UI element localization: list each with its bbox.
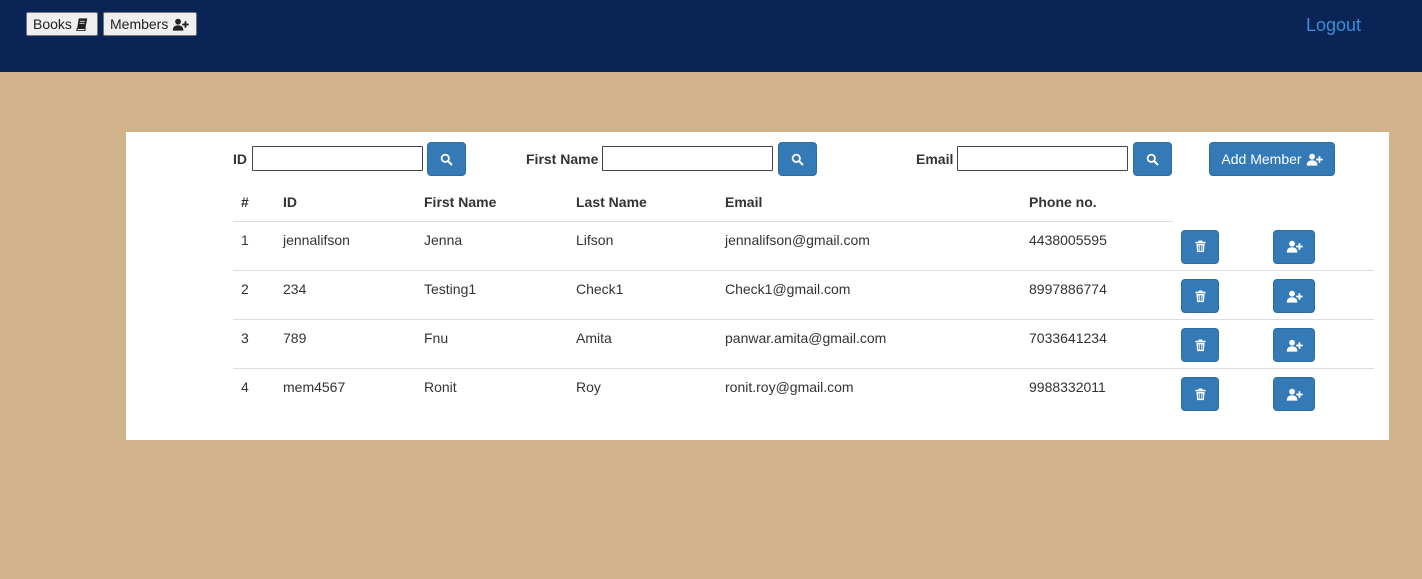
id-search-label: ID [233, 151, 247, 167]
column-header-assign [1265, 182, 1374, 222]
email-search-input[interactable] [957, 146, 1128, 171]
assign-cell [1265, 270, 1374, 320]
column-header-id: ID [275, 182, 416, 222]
member-last-name: Check1 [568, 270, 717, 320]
table-row: 1 jennalifson Jenna Lifson jennalifson@g… [233, 222, 1374, 271]
add-member-label: Add Member [1221, 151, 1302, 167]
delete-cell [1173, 222, 1265, 271]
delete-member-button[interactable] [1181, 229, 1219, 264]
delete-member-button[interactable] [1181, 279, 1219, 313]
delete-member-button[interactable] [1181, 377, 1219, 411]
member-first-name: Fnu [416, 319, 568, 369]
logout-link[interactable]: Logout [1306, 15, 1361, 36]
member-first-name: Testing1 [416, 270, 568, 320]
member-id: mem4567 [275, 368, 416, 418]
delete-cell [1173, 270, 1265, 320]
assign-member-button[interactable] [1273, 377, 1315, 411]
table-row: 2 234 Testing1 Check1 Check1@gmail.com 8… [233, 270, 1374, 320]
member-last-name: Roy [568, 368, 717, 418]
assign-cell [1265, 319, 1374, 369]
members-panel: ID First Name Email Add Member # ID Firs… [126, 132, 1389, 440]
member-email: panwar.amita@gmail.com [717, 319, 1021, 369]
first-name-search-label: First Name [526, 151, 599, 167]
member-phone: 8997886774 [1021, 270, 1173, 320]
user-plus-icon [1286, 339, 1303, 352]
trash-icon [1195, 388, 1206, 401]
member-email: jennalifson@gmail.com [725, 232, 870, 248]
trash-icon [1195, 290, 1206, 303]
member-email: Check1@gmail.com [717, 270, 1021, 320]
column-header-delete [1173, 182, 1265, 222]
user-plus-icon [1286, 240, 1303, 253]
column-header-first-name: First Name [416, 182, 568, 222]
member-id: 234 [275, 270, 416, 320]
table-row: 4 mem4567 Ronit Roy ronit.roy@gmail.com … [233, 368, 1374, 418]
user-plus-icon [172, 18, 189, 31]
member-last-name: Lifson [576, 232, 614, 248]
delete-cell [1173, 368, 1265, 418]
email-search-button[interactable] [1133, 142, 1172, 176]
column-header-last-name: Last Name [568, 182, 717, 222]
table-header-row: # ID First Name Last Name Email Phone no… [233, 182, 1374, 222]
table-row: 3 789 Fnu Amita panwar.amita@gmail.com 7… [233, 319, 1374, 369]
email-search-label: Email [916, 151, 954, 167]
column-header-email: Email [717, 182, 1021, 222]
search-icon [1146, 153, 1159, 166]
trash-icon [1195, 339, 1206, 352]
delete-member-button[interactable] [1181, 328, 1219, 362]
search-icon [440, 153, 453, 166]
members-nav-label: Members [110, 16, 169, 32]
member-id: jennalifson [283, 232, 350, 248]
assign-member-button[interactable] [1273, 229, 1315, 264]
column-header-phone: Phone no. [1021, 182, 1173, 222]
members-table: # ID First Name Last Name Email Phone no… [233, 182, 1374, 418]
books-nav-button[interactable]: Books [26, 12, 98, 36]
member-phone: 9988332011 [1021, 368, 1173, 418]
assign-cell [1265, 222, 1374, 271]
books-nav-label: Books [33, 16, 72, 32]
column-header-number: # [233, 182, 275, 222]
row-number: 4 [233, 368, 275, 418]
member-last-name: Amita [568, 319, 717, 369]
delete-cell [1173, 319, 1265, 369]
id-search-input[interactable] [252, 146, 423, 171]
user-plus-icon [1286, 290, 1303, 303]
row-number: 2 [233, 270, 275, 320]
book-icon [76, 18, 88, 31]
member-email: ronit.roy@gmail.com [717, 368, 1021, 418]
assign-cell [1265, 368, 1374, 418]
member-first-name: Ronit [416, 368, 568, 418]
member-phone: 7033641234 [1021, 319, 1173, 369]
user-plus-icon [1306, 153, 1323, 166]
trash-icon [1195, 240, 1206, 253]
search-icon [791, 153, 804, 166]
member-first-name: Jenna [424, 232, 463, 248]
navbar: Books Members Logout [0, 0, 1422, 72]
assign-member-button[interactable] [1273, 279, 1315, 313]
first-name-search-button[interactable] [778, 142, 817, 176]
member-phone: 4438005595 [1029, 232, 1107, 248]
member-id: 789 [275, 319, 416, 369]
members-nav-button[interactable]: Members [103, 12, 197, 36]
id-search-button[interactable] [427, 142, 466, 176]
user-plus-icon [1286, 388, 1303, 401]
add-member-button[interactable]: Add Member [1209, 142, 1335, 176]
row-number: 1 [241, 232, 249, 248]
first-name-search-input[interactable] [602, 146, 773, 171]
row-number: 3 [233, 319, 275, 369]
assign-member-button[interactable] [1273, 328, 1315, 362]
